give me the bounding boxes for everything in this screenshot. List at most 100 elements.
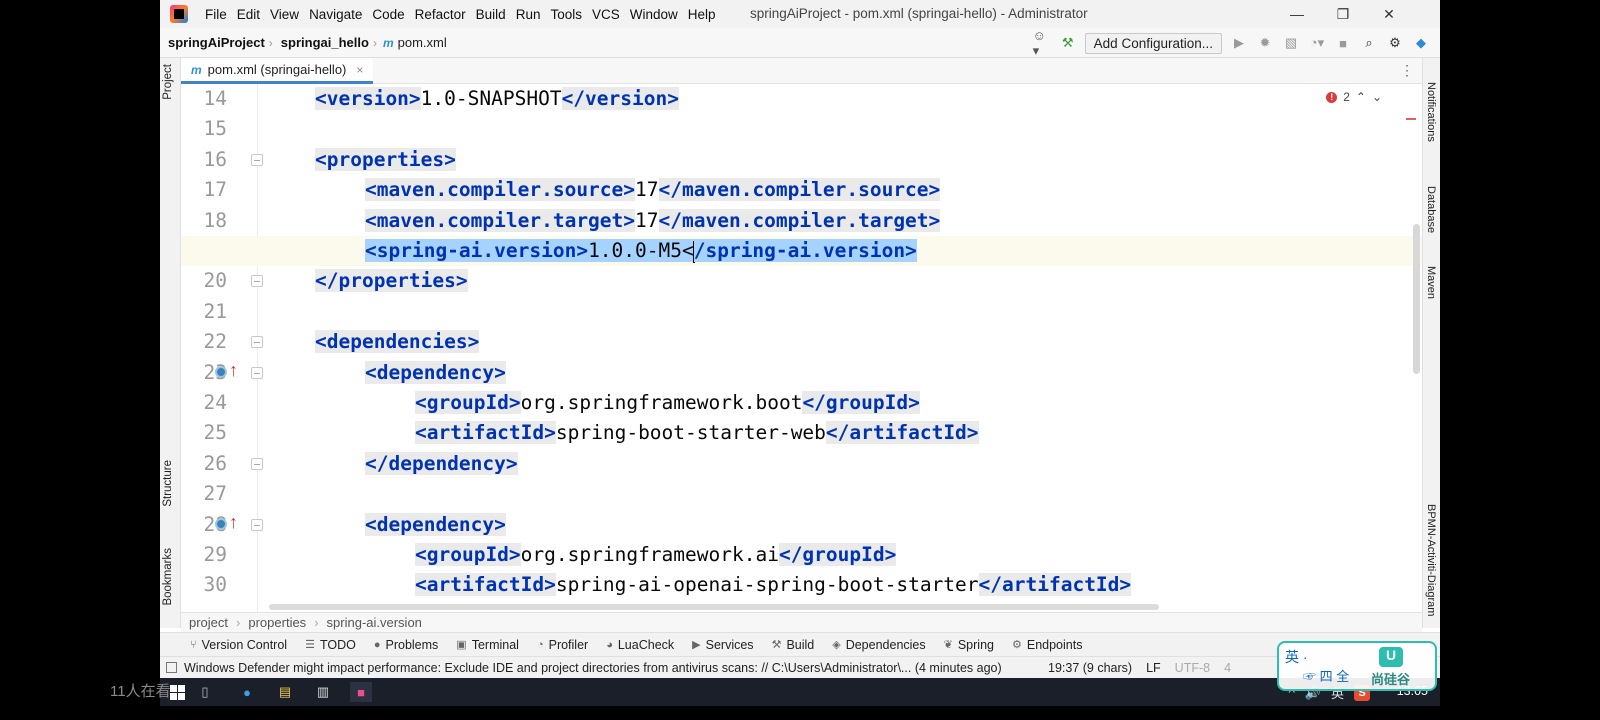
- code-line[interactable]: <groupId>org.springframework.boot</group…: [181, 388, 1422, 418]
- settings-gear-icon[interactable]: ⚙: [1386, 34, 1404, 52]
- status-message[interactable]: Windows Defender might impact performanc…: [184, 661, 1002, 675]
- ime-floating-widget[interactable]: 英 · ☞ 四 全 U 尚硅谷: [1277, 641, 1437, 691]
- edge-browser-icon[interactable]: ●: [236, 682, 258, 702]
- menu-view[interactable]: View: [265, 7, 304, 22]
- code-line[interactable]: <properties>: [181, 145, 1422, 175]
- code-text[interactable]: <artifactId>spring-boot-starter-web</art…: [415, 418, 979, 448]
- code-line[interactable]: <maven.compiler.source>17</maven.compile…: [181, 175, 1422, 205]
- bpmn-diagram-tool-tab[interactable]: BPMN-Activiti-Diagram: [1425, 504, 1437, 616]
- menu-tools[interactable]: Tools: [545, 7, 587, 22]
- coverage-icon[interactable]: ▧: [1282, 34, 1300, 52]
- error-stripe-marker[interactable]: [1406, 118, 1416, 120]
- code-text[interactable]: <maven.compiler.source>17</maven.compile…: [365, 175, 941, 205]
- menu-run[interactable]: Run: [511, 7, 546, 22]
- structure-tool-tab[interactable]: Structure: [162, 460, 174, 507]
- code-editor[interactable]: 14151617181920212223↑2425262728↑2930 <ve…: [181, 84, 1422, 612]
- horizontal-scrollbar[interactable]: [269, 604, 1159, 610]
- code-text[interactable]: <groupId>org.springframework.boot</group…: [415, 388, 920, 418]
- menu-build[interactable]: Build: [471, 7, 511, 22]
- code-text[interactable]: <dependency>: [365, 510, 506, 540]
- code-line[interactable]: </properties>: [181, 266, 1422, 296]
- xml-crumb-spring-ai-version[interactable]: spring-ai.version: [319, 615, 430, 630]
- code-line[interactable]: <dependency>: [181, 510, 1422, 540]
- minimize-icon[interactable]: —: [1274, 0, 1320, 28]
- code-text[interactable]: <artifactId>spring-ai-openai-spring-boot…: [415, 570, 1132, 600]
- build-hammer-icon[interactable]: ⚒: [1059, 34, 1077, 52]
- menu-vcs[interactable]: VCS: [587, 7, 625, 22]
- line-separator[interactable]: LF: [1146, 661, 1161, 675]
- tool-window-problems[interactable]: ● Problems: [374, 638, 438, 652]
- breadcrumb-project[interactable]: springAiProject: [160, 35, 269, 50]
- code-text[interactable]: <groupId>org.springframework.ai</groupId…: [415, 540, 897, 570]
- inspections-widget[interactable]: ! 2 ⌃ ⌄: [1326, 90, 1382, 104]
- database-tool-tab[interactable]: Database: [1425, 186, 1437, 233]
- code-text[interactable]: <dependency>: [365, 358, 506, 388]
- notepad-icon[interactable]: ▥: [312, 682, 334, 702]
- code-line[interactable]: <groupId>org.springframework.ai</groupId…: [181, 540, 1422, 570]
- tool-window-todo[interactable]: ☰ TODO: [305, 638, 356, 652]
- vertical-scrollbar[interactable]: [1413, 224, 1420, 374]
- tool-window-luacheck[interactable]: ◕ LuaCheck: [606, 638, 674, 652]
- run-icon[interactable]: ▶: [1230, 34, 1248, 52]
- code-line[interactable]: [181, 297, 1422, 327]
- code-text[interactable]: <spring-ai.version>1.0.0-M5</spring-ai.v…: [365, 236, 917, 266]
- bookmarks-tool-tab[interactable]: Bookmarks: [162, 548, 174, 606]
- intellij-taskbar-icon[interactable]: ■: [350, 682, 372, 702]
- code-text[interactable]: </dependency>: [365, 449, 518, 479]
- code-line[interactable]: <artifactId>spring-boot-starter-web</art…: [181, 418, 1422, 448]
- tool-window-services[interactable]: ▶ Services: [692, 638, 753, 652]
- tab-pom-xml[interactable]: m pom.xml (springai-hello) ×: [181, 58, 374, 84]
- xml-crumb-project[interactable]: project: [181, 615, 236, 630]
- notifications-tool-tab[interactable]: Notifications: [1425, 82, 1437, 142]
- status-toggle-icon[interactable]: [166, 662, 177, 673]
- tab-options-icon[interactable]: ⋮: [1400, 62, 1414, 79]
- next-highlight-icon[interactable]: ⌄: [1372, 90, 1382, 104]
- project-tool-tab[interactable]: Project: [162, 64, 174, 100]
- profile-icon[interactable]: ◔▾: [1308, 34, 1326, 52]
- stop-icon[interactable]: ■: [1334, 34, 1352, 52]
- file-encoding[interactable]: UTF-8: [1175, 661, 1210, 675]
- menu-edit[interactable]: Edit: [232, 7, 265, 22]
- add-configuration-button[interactable]: Add Configuration...: [1084, 32, 1222, 54]
- tab-close-icon[interactable]: ×: [356, 63, 363, 77]
- restore-icon[interactable]: ❐: [1320, 0, 1366, 28]
- tool-window-build[interactable]: ⚒ Build: [772, 638, 815, 652]
- xml-crumb-properties[interactable]: properties: [240, 615, 314, 630]
- user-icon[interactable]: ☺▾: [1033, 28, 1051, 58]
- code-text[interactable]: <dependencies>: [315, 327, 480, 357]
- tool-window-endpoints[interactable]: ⚙ Endpoints: [1012, 638, 1082, 652]
- code-text[interactable]: </properties>: [315, 266, 468, 296]
- code-line[interactable]: <dependency>: [181, 358, 1422, 388]
- indent-setting[interactable]: 4: [1224, 661, 1231, 675]
- code-line[interactable]: <spring-ai.version>1.0.0-M5</spring-ai.v…: [181, 236, 1422, 266]
- code-line[interactable]: </dependency>: [181, 449, 1422, 479]
- breadcrumb-file[interactable]: pom.xml: [394, 35, 447, 50]
- previous-highlight-icon[interactable]: ⌃: [1356, 90, 1366, 104]
- tool-window-profiler[interactable]: ◔ Profiler: [537, 638, 588, 652]
- menu-window[interactable]: Window: [625, 7, 683, 22]
- menu-code[interactable]: Code: [367, 7, 409, 22]
- menu-navigate[interactable]: Navigate: [304, 7, 367, 22]
- breadcrumb-module[interactable]: springai_hello: [273, 35, 373, 50]
- code-text[interactable]: <maven.compiler.target>17</maven.compile…: [365, 206, 941, 236]
- code-line[interactable]: <dependencies>: [181, 327, 1422, 357]
- menu-file[interactable]: File: [200, 7, 232, 22]
- tool-window-terminal[interactable]: ▣ Terminal: [456, 638, 519, 652]
- debug-icon[interactable]: ✹: [1256, 34, 1274, 52]
- tool-window-version-control[interactable]: ⑂ Version Control: [190, 638, 287, 652]
- maven-tool-tab[interactable]: Maven: [1425, 266, 1437, 299]
- close-window-icon[interactable]: ✕: [1366, 0, 1412, 28]
- code-line[interactable]: [181, 114, 1422, 144]
- code-text[interactable]: <properties>: [315, 145, 456, 175]
- task-view-icon[interactable]: ▯: [194, 682, 216, 702]
- menu-refactor[interactable]: Refactor: [410, 7, 471, 22]
- tool-window-dependencies[interactable]: ◈ Dependencies: [832, 638, 925, 652]
- code-line[interactable]: <maven.compiler.target>17</maven.compile…: [181, 206, 1422, 236]
- code-text[interactable]: <version>1.0-SNAPSHOT</version>: [315, 84, 679, 114]
- file-explorer-icon[interactable]: ▤: [274, 682, 296, 702]
- search-icon[interactable]: ⌕: [1360, 34, 1378, 52]
- tool-window-spring[interactable]: ❦ Spring: [944, 638, 994, 652]
- plugin-icon[interactable]: ◆: [1412, 34, 1430, 52]
- menu-help[interactable]: Help: [683, 7, 721, 22]
- code-line[interactable]: [181, 479, 1422, 509]
